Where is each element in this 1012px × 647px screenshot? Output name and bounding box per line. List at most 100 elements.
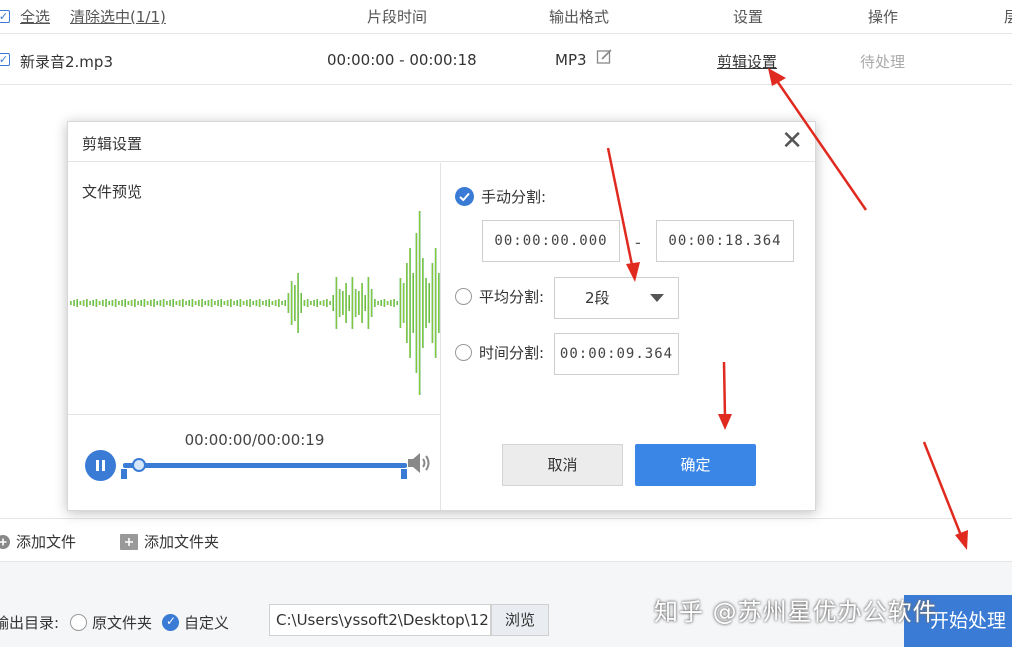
add-file-button[interactable]: 添加文件 <box>0 531 76 552</box>
row-checkbox[interactable]: ✓ <box>0 53 10 66</box>
clear-selection-link[interactable]: 清除选中(1/1) <box>70 6 166 27</box>
waveform-bar <box>175 301 178 305</box>
volume-icon[interactable] <box>406 450 434 476</box>
waveform-bar <box>313 300 315 306</box>
waveform-bar <box>418 211 421 395</box>
waveform-bar <box>287 293 290 313</box>
waveform-bar <box>121 300 123 306</box>
waveform-bar <box>322 300 325 306</box>
average-radio[interactable] <box>455 288 472 305</box>
waveform-bar <box>409 248 411 358</box>
column-actions: 操作 <box>868 8 899 26</box>
waveform-bar <box>316 299 318 307</box>
waveform-bar <box>220 299 222 307</box>
waveform-bar <box>361 283 363 323</box>
output-path-input[interactable]: C:\Users\yssoft2\Desktop\12 <box>269 604 491 636</box>
waveform-bar <box>354 289 357 317</box>
waveform-bar <box>89 301 91 305</box>
playback-slider[interactable] <box>123 463 407 468</box>
waveform-bar <box>73 300 75 306</box>
waveform-bar <box>338 289 341 317</box>
waveform-bar <box>335 277 338 329</box>
clip-settings-link[interactable]: 剪辑设置 <box>717 51 777 72</box>
slider-start-handle[interactable] <box>121 469 127 479</box>
waveform-bar <box>412 273 414 333</box>
waveform-bar <box>255 300 258 306</box>
waveform-bar <box>425 278 427 328</box>
waveform-bar <box>348 295 350 311</box>
waveform-bar <box>172 299 174 307</box>
waveform-bar <box>300 293 302 313</box>
radio-original-folder[interactable]: 原文件夹 <box>70 612 152 633</box>
waveform-bar <box>127 301 130 305</box>
waveform-bar <box>137 301 139 305</box>
waveform-bar <box>191 299 194 307</box>
waveform-bar <box>134 299 136 307</box>
radio-custom-indicator[interactable] <box>162 614 179 631</box>
waveform-bar <box>70 301 72 305</box>
add-folder-button[interactable]: 添加文件夹 <box>120 531 219 552</box>
chevron-down-icon <box>650 294 664 302</box>
cancel-button[interactable]: 取消 <box>502 444 623 486</box>
waveform-bar <box>303 300 306 306</box>
segment-time: 00:00:00 - 00:00:18 <box>327 51 477 69</box>
waveform-bar <box>326 299 328 307</box>
waveform-bar <box>262 301 264 305</box>
waveform-bar <box>252 301 254 305</box>
edit-format-icon[interactable] <box>596 48 613 69</box>
waveform-bar <box>380 300 382 306</box>
waveform-bar <box>153 299 155 307</box>
average-split-label: 平均分割: <box>479 288 545 306</box>
waveform-bar <box>156 301 158 305</box>
waveform-bar <box>162 299 165 307</box>
output-format: MP3 <box>555 51 587 69</box>
segment-count-select[interactable]: 2段 <box>554 277 679 319</box>
time-radio[interactable] <box>455 344 472 361</box>
waveform-bar <box>370 289 373 317</box>
waveform-bar <box>226 300 229 306</box>
manual-end-input[interactable]: 00:00:18.364 <box>656 220 794 262</box>
pause-button[interactable] <box>85 450 116 481</box>
radio-custom[interactable]: 自定义 <box>162 612 229 633</box>
column-output-format: 输出格式 <box>549 8 610 26</box>
manual-split-option[interactable]: 手动分割: <box>455 186 546 207</box>
average-split-option[interactable]: 平均分割: <box>455 286 544 307</box>
radio-custom-label: 自定义 <box>184 614 230 632</box>
waveform-bar <box>393 299 395 307</box>
waveform-bar <box>182 299 184 307</box>
radio-original-indicator[interactable] <box>70 614 87 631</box>
waveform-bar <box>274 300 277 306</box>
waveform-bar <box>194 301 197 305</box>
waveform-bar <box>374 299 376 307</box>
close-icon[interactable]: ✕ <box>781 128 803 154</box>
waveform-bar <box>246 300 248 306</box>
select-all-checkbox[interactable]: ✓ <box>0 10 10 23</box>
time-split-label: 时间分割: <box>479 344 545 362</box>
waveform-bar <box>294 285 296 321</box>
waveform-bar <box>201 299 203 307</box>
waveform-bar <box>102 300 104 306</box>
waveform-bar <box>150 300 152 306</box>
waveform[interactable] <box>68 211 441 415</box>
select-all-link[interactable]: 全选 <box>20 6 50 27</box>
time-split-input[interactable]: 00:00:09.364 <box>554 333 679 375</box>
waveform-bar <box>377 301 379 305</box>
waveform-bar <box>169 300 171 306</box>
playback-knob[interactable] <box>132 458 146 472</box>
waveform-bar <box>319 301 322 305</box>
browse-button[interactable]: 浏览 <box>491 604 549 636</box>
confirm-button[interactable]: 确定 <box>635 444 756 486</box>
add-folder-label: 添加文件夹 <box>144 533 220 551</box>
waveform-bar <box>281 301 283 305</box>
time-split-option[interactable]: 时间分割: <box>455 342 544 363</box>
waveform-bar <box>434 248 437 358</box>
waveform-bar <box>108 301 110 305</box>
manual-start-input[interactable]: 00:00:00.000 <box>482 220 620 262</box>
waveform-bar <box>92 300 94 306</box>
checked-radio-icon[interactable] <box>455 187 474 206</box>
waveform-bar <box>188 300 190 306</box>
output-bar: 输出目录: 原文件夹 自定义 C:\Users\yssoft2\Desktop\… <box>0 561 1012 647</box>
waveform-bar <box>358 291 360 315</box>
waveform-bar <box>297 273 299 333</box>
table-row[interactable]: ✓ 新录音2.mp3 00:00:00 - 00:00:18 MP3 剪辑设置 … <box>0 35 1012 85</box>
